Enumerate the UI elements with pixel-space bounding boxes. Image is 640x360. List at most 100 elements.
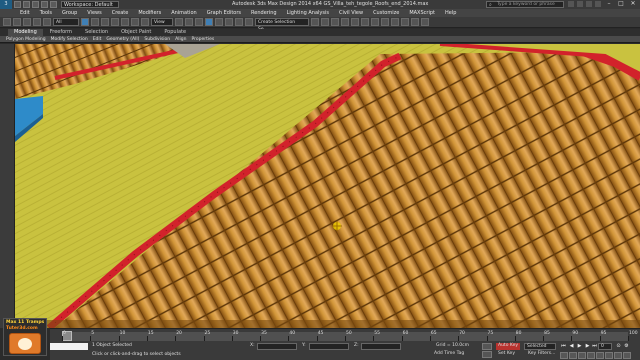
pan-view-icon[interactable]	[605, 352, 613, 359]
redo-icon[interactable]	[50, 1, 57, 8]
help-icon[interactable]	[595, 1, 601, 7]
play-icon[interactable]: ▶	[576, 343, 583, 350]
menu-customize[interactable]: Customize	[373, 10, 399, 16]
previous-frame-icon[interactable]: ◀	[568, 343, 575, 350]
key-mode-toggle-icon[interactable]: ⊙	[615, 343, 622, 350]
search-input[interactable]: ⌕ Type a keyword or phrase	[486, 1, 564, 8]
tab-object-paint[interactable]: Object Paint	[115, 29, 157, 36]
select-by-name-icon[interactable]	[91, 18, 99, 26]
menu-views[interactable]: Views	[87, 10, 101, 16]
open-file-icon[interactable]	[23, 1, 30, 8]
panel-align[interactable]: Align	[175, 37, 186, 42]
menu-rendering[interactable]: Rendering	[251, 10, 277, 16]
menu-help[interactable]: Help	[445, 10, 456, 16]
auto-key-button[interactable]: Auto Key	[496, 343, 521, 350]
undo-icon[interactable]	[41, 1, 48, 8]
x-coord-field[interactable]	[257, 343, 297, 350]
menu-tools[interactable]: Tools	[40, 10, 52, 16]
current-frame-field[interactable]: 0	[598, 343, 612, 350]
zoom-icon[interactable]	[560, 352, 568, 359]
maximize-viewport-icon[interactable]	[623, 352, 631, 359]
time-configuration-icon[interactable]: ⚙	[623, 343, 630, 350]
rectangular-selection-icon[interactable]	[101, 18, 109, 26]
material-editor-icon[interactable]	[381, 18, 389, 26]
subscription-icon[interactable]	[568, 1, 574, 7]
bind-space-warp-icon[interactable]	[43, 18, 51, 26]
unlink-icon[interactable]	[33, 18, 41, 26]
menu-create[interactable]: Create	[112, 10, 129, 16]
angle-snap-icon[interactable]	[215, 18, 223, 26]
tab-modeling[interactable]: Modeling	[8, 29, 43, 36]
set-key-mode-icon[interactable]	[482, 343, 492, 350]
select-and-manipulate-icon[interactable]	[185, 18, 193, 26]
save-file-icon[interactable]	[32, 1, 39, 8]
panel-edit[interactable]: Edit	[93, 37, 102, 42]
pivot-center-icon[interactable]	[175, 18, 183, 26]
link-icon[interactable]	[23, 18, 31, 26]
percent-snap-icon[interactable]	[225, 18, 233, 26]
panel-geometry-all[interactable]: Geometry (All)	[106, 37, 139, 42]
zoom-extents-all-icon[interactable]	[587, 352, 595, 359]
next-frame-icon[interactable]: ▶	[584, 343, 591, 350]
keyboard-shortcut-icon[interactable]	[195, 18, 203, 26]
selection-filter-dropdown[interactable]: All	[53, 18, 79, 26]
zoom-all-icon[interactable]	[569, 352, 577, 359]
panel-properties[interactable]: Properties	[191, 37, 214, 42]
panel-modify-selection[interactable]: Modify Selection	[51, 37, 88, 42]
add-time-tag-button[interactable]: Add Time Tag	[434, 351, 464, 356]
y-coord-field[interactable]	[309, 343, 349, 350]
curve-editor-icon[interactable]	[361, 18, 369, 26]
snaps-toggle-icon[interactable]	[205, 18, 213, 26]
schematic-view-icon[interactable]	[371, 18, 379, 26]
menu-animation[interactable]: Animation	[171, 10, 197, 16]
layer-manager-icon[interactable]	[341, 18, 349, 26]
align-icon[interactable]	[321, 18, 329, 26]
panel-subdivision[interactable]: Subdivision	[144, 37, 170, 42]
named-selection-dropdown[interactable]: Create Selection Se...	[255, 18, 309, 32]
communication-icon[interactable]	[577, 1, 583, 7]
teapot-render-icon[interactable]	[421, 18, 429, 26]
menu-group[interactable]: Group	[62, 10, 77, 16]
key-filters-button[interactable]: Key Filters...	[526, 351, 557, 358]
menu-civil-view[interactable]: Civil View	[339, 10, 363, 16]
edit-named-selection-icon[interactable]	[245, 18, 253, 26]
app-logo-icon[interactable]: 3	[0, 0, 12, 9]
menu-maxscript[interactable]: MAXScript	[409, 10, 435, 16]
favorites-icon[interactable]	[586, 1, 592, 7]
rotate-icon[interactable]	[131, 18, 139, 26]
render-setup-icon[interactable]	[391, 18, 399, 26]
menu-lighting-analysis[interactable]: Lighting Analysis	[287, 10, 329, 16]
select-object-icon[interactable]	[81, 18, 89, 26]
render-production-icon[interactable]	[411, 18, 419, 26]
redo-icon[interactable]	[13, 18, 21, 26]
workspace-dropdown[interactable]: Workspace: Default	[61, 1, 119, 8]
go-to-end-icon[interactable]: ⏭	[591, 343, 598, 350]
key-selection-dropdown[interactable]: Selected	[524, 343, 556, 350]
menu-graph-editors[interactable]: Graph Editors	[207, 10, 241, 16]
perspective-viewport[interactable]	[15, 44, 640, 328]
zoom-extents-icon[interactable]	[578, 352, 586, 359]
z-coord-field[interactable]	[361, 343, 401, 350]
tab-populate[interactable]: Populate	[158, 29, 192, 36]
maximize-button[interactable]: □	[615, 0, 627, 8]
spinner-snap-icon[interactable]	[235, 18, 243, 26]
tab-selection[interactable]: Selection	[79, 29, 114, 36]
rendered-frame-window-icon[interactable]	[401, 18, 409, 26]
undo-icon[interactable]	[3, 18, 11, 26]
panel-polygon-modeling[interactable]: Polygon Modeling	[6, 37, 46, 42]
scene-explorer-icon[interactable]	[331, 18, 339, 26]
field-of-view-icon[interactable]	[596, 352, 604, 359]
tab-freeform[interactable]: Freeform	[44, 29, 78, 36]
reference-coordinate-dropdown[interactable]: View	[151, 18, 173, 26]
go-to-start-icon[interactable]: ⏮	[560, 343, 567, 350]
maxscript-listener-input[interactable]	[50, 343, 88, 350]
graphite-toggle-icon[interactable]	[351, 18, 359, 26]
move-icon[interactable]	[121, 18, 129, 26]
timeline[interactable]: 0 5 10 15 20 25 30 35 40 45 50 55 60 65 70 75 80 85 90 95 10…	[50, 328, 640, 342]
close-button[interactable]: ✕	[627, 0, 639, 8]
set-key-button[interactable]: Set Key	[496, 351, 517, 358]
menu-modifiers[interactable]: Modifiers	[138, 10, 161, 16]
new-file-icon[interactable]	[14, 1, 21, 8]
menu-edit[interactable]: Edit	[20, 10, 30, 16]
minimize-button[interactable]: –	[603, 0, 615, 8]
